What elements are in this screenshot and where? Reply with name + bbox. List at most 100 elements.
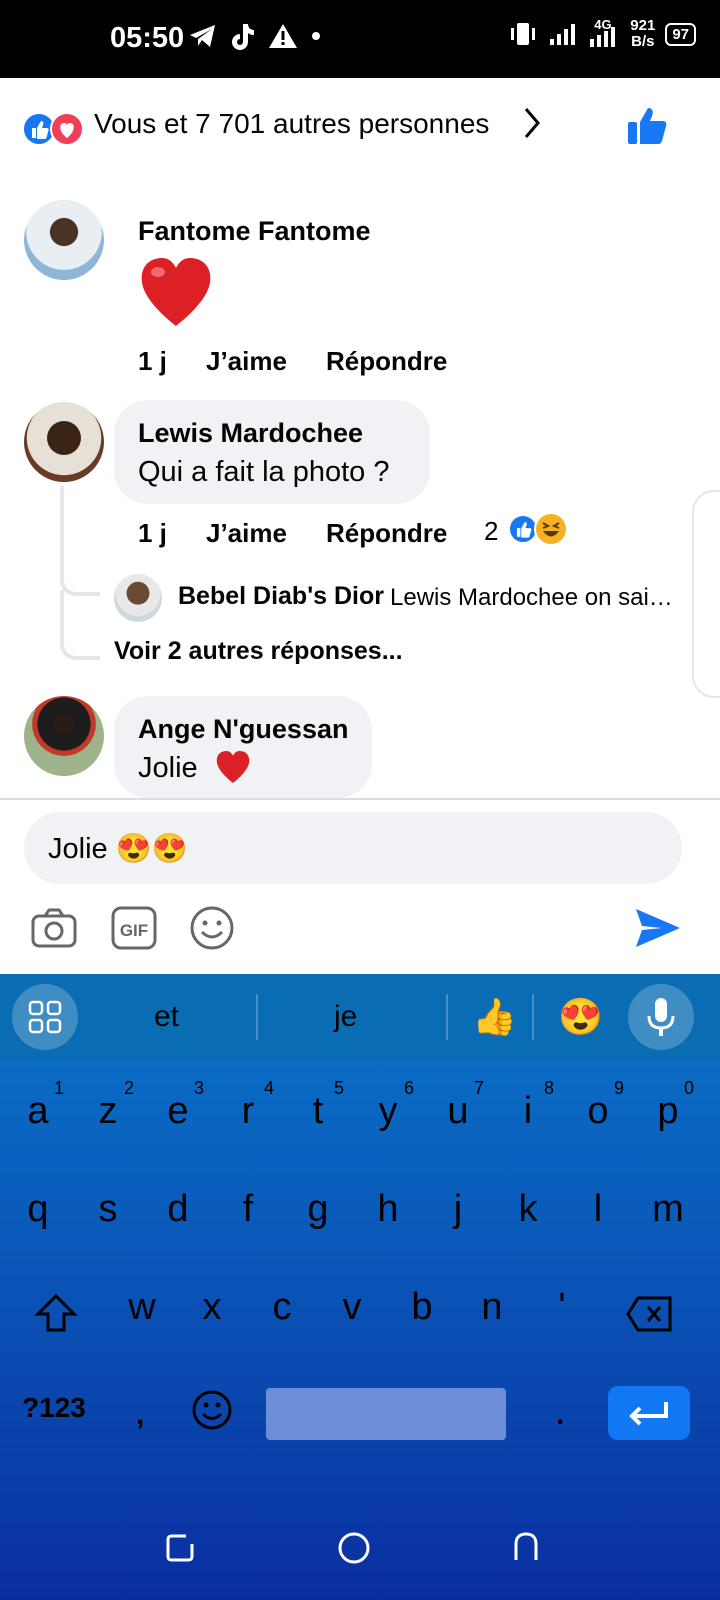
key-r[interactable]: r4 <box>218 1076 278 1156</box>
key-label: k <box>518 1188 538 1230</box>
enter-key[interactable] <box>608 1386 690 1440</box>
avatar[interactable] <box>114 574 162 622</box>
camera-icon[interactable] <box>30 904 78 952</box>
reactions-text: Vous et 7 701 autres personnes <box>94 108 490 139</box>
key-z[interactable]: z2 <box>78 1076 138 1156</box>
suggestion-emoji-heart-eyes[interactable]: 😍 <box>558 996 603 1038</box>
laugh-reaction-icon <box>534 512 568 546</box>
key-f[interactable]: f <box>218 1174 278 1254</box>
comment-time: 1 j <box>138 518 167 548</box>
key-i[interactable]: i8 <box>498 1076 558 1156</box>
key-x[interactable]: x <box>182 1272 242 1352</box>
gif-icon[interactable]: GIF <box>110 904 158 952</box>
comment-author[interactable]: Lewis Mardochee <box>138 418 363 449</box>
comment-author[interactable]: Fantome Fantome <box>138 216 371 247</box>
emoji-icon[interactable] <box>188 904 236 952</box>
side-panel-edge <box>692 490 720 698</box>
telegram-icon <box>190 25 215 47</box>
key-label: g <box>307 1188 329 1230</box>
key-y[interactable]: y6 <box>358 1076 418 1156</box>
keyboard-menu-button[interactable] <box>12 984 78 1050</box>
avatar[interactable] <box>24 696 104 776</box>
key-a[interactable]: a1 <box>8 1076 68 1156</box>
key-w[interactable]: w <box>112 1272 172 1352</box>
key-label: l <box>593 1188 603 1230</box>
reply-link[interactable]: Répondre <box>326 346 447 377</box>
microphone-button[interactable] <box>628 984 694 1050</box>
see-more-replies-link[interactable]: Voir 2 autres réponses... <box>114 637 403 666</box>
suggestion-word[interactable]: et <box>154 1000 179 1034</box>
grid-icon <box>28 1000 62 1034</box>
key-h[interactable]: h <box>358 1174 418 1254</box>
shift-icon[interactable] <box>34 1292 78 1336</box>
comment-author[interactable]: Ange N'guessan <box>138 714 348 745</box>
period-key[interactable]: . <box>556 1398 564 1432</box>
key-label: s <box>98 1188 118 1230</box>
like-link[interactable]: J’aime <box>206 518 287 549</box>
key-number-hint: 3 <box>193 1078 204 1098</box>
reply-link[interactable]: Répondre <box>326 518 447 549</box>
key-number-hint: 4 <box>263 1078 274 1098</box>
comment-time: 1 j <box>138 346 167 376</box>
key-v[interactable]: v <box>322 1272 382 1352</box>
key-number-hint: 9 <box>613 1078 624 1098</box>
key-apostrophe[interactable]: ' <box>532 1272 592 1352</box>
avatar[interactable] <box>24 402 104 482</box>
key-label: d <box>167 1188 189 1230</box>
thread-line <box>60 486 100 596</box>
home-icon[interactable] <box>336 1530 372 1566</box>
key-e[interactable]: e3 <box>148 1076 208 1156</box>
divider <box>0 798 720 800</box>
send-icon[interactable] <box>634 906 682 950</box>
like-link[interactable]: J’aime <box>206 346 287 377</box>
suggestion-word[interactable]: je <box>334 1000 357 1034</box>
comma-key[interactable]: , <box>136 1398 144 1432</box>
key-l[interactable]: l <box>568 1174 628 1254</box>
key-label: n <box>481 1286 503 1328</box>
key-q[interactable]: q <box>8 1174 68 1254</box>
key-u[interactable]: u7 <box>428 1076 488 1156</box>
reactions-summary[interactable]: Vous et 7 701 autres personnes <box>0 78 720 178</box>
key-j[interactable]: j <box>428 1174 488 1254</box>
reply-author[interactable]: Bebel Diab's Dior <box>178 582 384 611</box>
reply-text[interactable]: Lewis Mardochee on sai… <box>390 584 673 612</box>
key-t[interactable]: t5 <box>288 1076 348 1156</box>
key-label: v <box>342 1286 362 1328</box>
key-p[interactable]: p0 <box>638 1076 698 1156</box>
suggestion-bar: et je 👍 😍 <box>0 974 720 1060</box>
status-time: 05:50 <box>110 22 185 54</box>
space-key[interactable] <box>266 1388 506 1440</box>
key-label: f <box>242 1188 254 1230</box>
key-label: c <box>272 1286 292 1328</box>
symbols-key[interactable]: ?123 <box>22 1392 86 1424</box>
key-d[interactable]: d <box>148 1174 208 1254</box>
comment-input[interactable]: Jolie 😍😍 <box>24 812 682 884</box>
key-m[interactable]: m <box>638 1174 698 1254</box>
suggestion-emoji-thumbs-up[interactable]: 👍 <box>472 996 517 1038</box>
key-c[interactable]: c <box>252 1272 312 1352</box>
recent-apps-icon[interactable] <box>164 1532 196 1564</box>
key-number-hint: 8 <box>543 1078 554 1098</box>
avatar[interactable] <box>24 200 104 280</box>
key-b[interactable]: b <box>392 1272 452 1352</box>
key-g[interactable]: g <box>288 1174 348 1254</box>
emoji-key-icon[interactable] <box>190 1388 234 1432</box>
comment-text: Qui a fait la photo ? <box>138 456 390 488</box>
key-o[interactable]: o9 <box>568 1076 628 1156</box>
key-number-hint: 5 <box>333 1078 344 1098</box>
key-s[interactable]: s <box>78 1174 138 1254</box>
like-button-icon[interactable] <box>626 104 670 148</box>
key-number-hint: 6 <box>403 1078 414 1098</box>
dot-icon <box>312 32 320 40</box>
back-icon[interactable] <box>510 1530 542 1564</box>
key-k[interactable]: k <box>498 1174 558 1254</box>
microphone-icon <box>647 998 675 1036</box>
backspace-icon[interactable] <box>626 1296 672 1332</box>
key-label: q <box>27 1188 49 1230</box>
key-n[interactable]: n <box>462 1272 522 1352</box>
love-reaction-icon <box>50 112 84 146</box>
reaction-count[interactable]: 2 <box>484 516 498 547</box>
warning-icon <box>269 24 297 48</box>
comment-input-value: Jolie 😍😍 <box>48 833 188 865</box>
signal-icon <box>550 24 576 45</box>
